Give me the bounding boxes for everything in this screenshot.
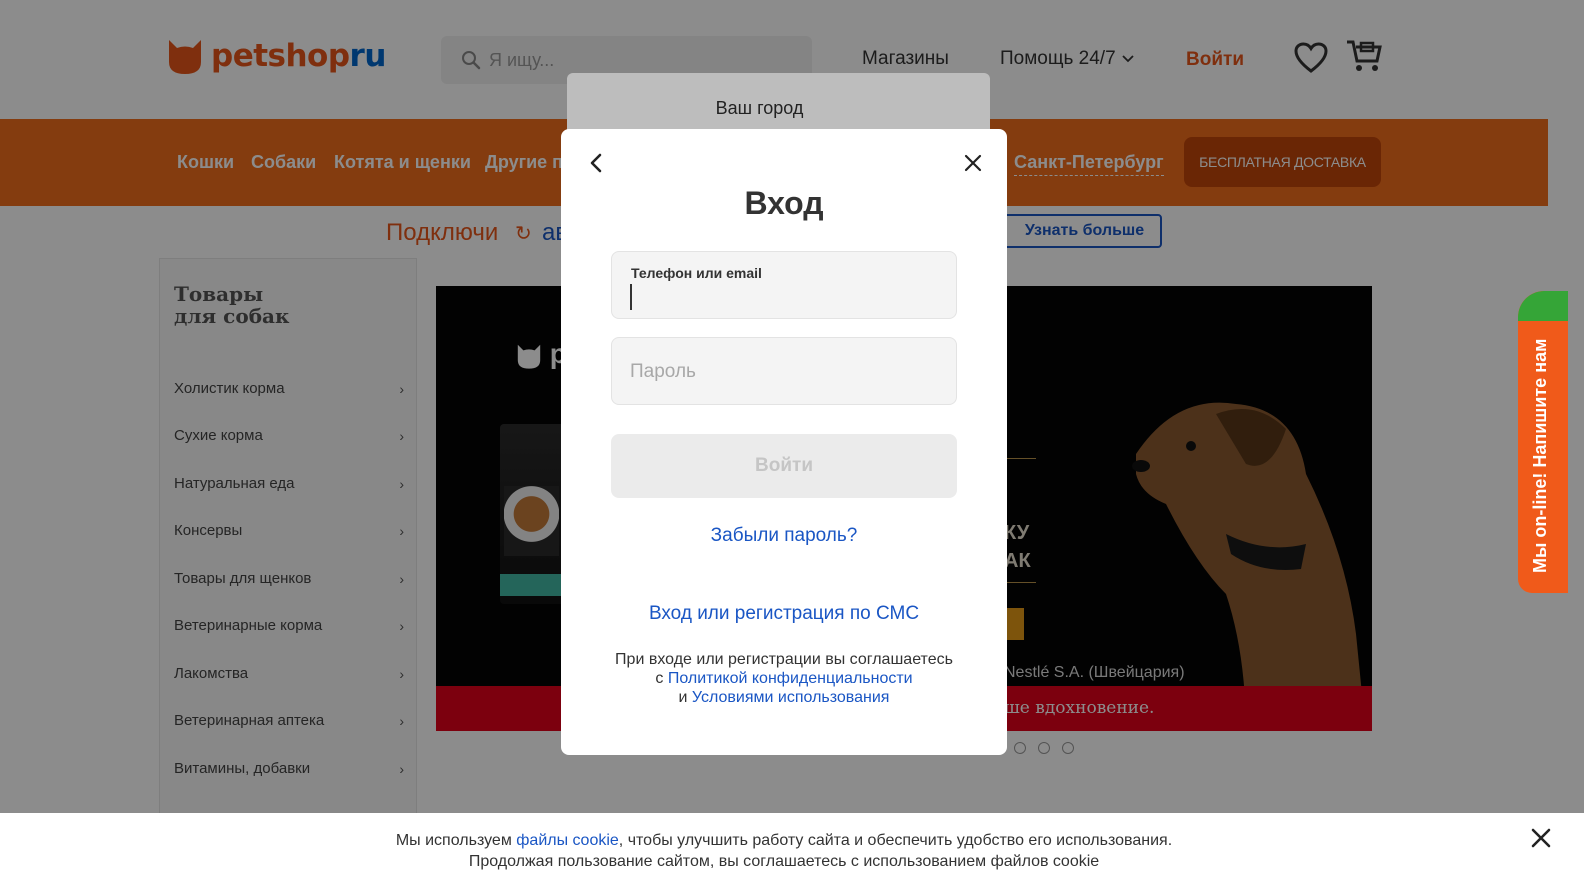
- modal-title: Вход: [744, 185, 824, 221]
- privacy-policy-link[interactable]: Политикой конфиденциальности: [668, 670, 913, 687]
- phone-email-input[interactable]: [630, 284, 930, 310]
- cookie-files-link[interactable]: файлы cookie: [516, 832, 619, 849]
- phone-email-field[interactable]: Телефон или email: [611, 251, 957, 319]
- phone-email-label: Телефон или email: [631, 265, 762, 281]
- cookie-line-1: Мы используем файлы cookie, чтобы улучши…: [395, 832, 1173, 849]
- sms-login-link[interactable]: Вход или регистрация по СМС: [561, 603, 1007, 625]
- cookie-line-2: Продолжая пользование сайтом, вы соглаша…: [468, 853, 1100, 870]
- terms-line-1: При входе или регистрации вы соглашаетес…: [615, 651, 953, 668]
- online-chat-tab[interactable]: Мы on-line! Напишите нам: [1518, 291, 1568, 593]
- password-field[interactable]: [611, 337, 957, 405]
- close-icon[interactable]: [1529, 826, 1553, 850]
- cookie-banner: Мы используем файлы cookie, чтобы улучши…: [0, 813, 1584, 893]
- login-submit-button[interactable]: Войти: [611, 434, 957, 498]
- back-arrow-icon[interactable]: [585, 151, 609, 175]
- terms-of-use-link[interactable]: Условиями использования: [692, 689, 890, 706]
- password-input[interactable]: [630, 358, 930, 386]
- forgot-password-link[interactable]: Забыли пароль?: [561, 525, 1007, 547]
- terms-line-2: с Политикой конфиденциальности: [655, 670, 913, 687]
- login-modal: Вход Телефон или email Войти Забыли паро…: [561, 129, 1007, 755]
- close-icon[interactable]: [961, 151, 985, 175]
- terms-line-3: и Условиями использования: [678, 689, 890, 706]
- cookie-text: Мы используем файлы cookie, чтобы улучши…: [0, 830, 1568, 872]
- city-popup-title: Ваш город: [715, 98, 804, 118]
- chat-tab-label: Мы on-line! Напишите нам: [1530, 338, 1550, 573]
- terms-text: При входе или регистрации вы соглашаетес…: [561, 650, 1007, 707]
